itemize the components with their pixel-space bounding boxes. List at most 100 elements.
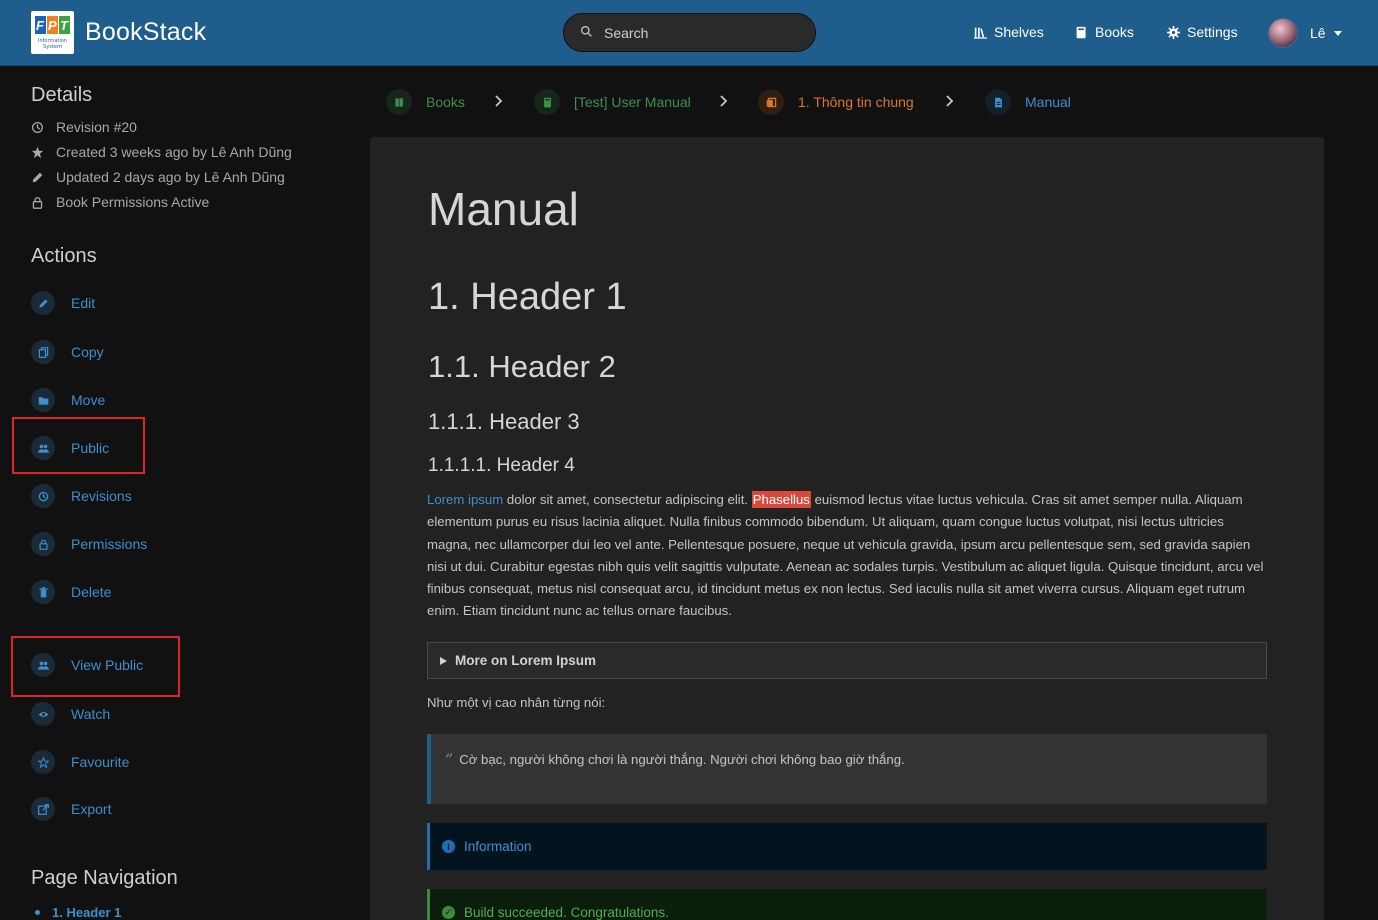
detail-permissions: Book Permissions Active — [31, 194, 209, 210]
breadcrumb-book[interactable]: [Test] User Manual — [534, 89, 691, 115]
page-navigation-heading: Page Navigation — [31, 867, 178, 889]
chevron-down-icon[interactable] — [1334, 31, 1342, 36]
quote-text: Cờ bạc, người không chơi là người thắng.… — [459, 752, 905, 767]
detail-updated-text: Updated 2 days ago by Lê Anh Dũng — [56, 169, 285, 185]
action-watch[interactable]: Watch — [31, 702, 110, 726]
history-icon — [38, 491, 48, 501]
detail-permissions-text: Book Permissions Active — [56, 194, 210, 210]
info-icon: i — [442, 840, 455, 853]
breadcrumb-page-label: Manual — [1025, 94, 1071, 110]
breadcrumb-books[interactable]: Books — [386, 89, 465, 115]
action-permissions[interactable]: Permissions — [31, 532, 147, 556]
para-text-2: euismod lectus vitae luctus vehicula. Cr… — [427, 492, 1264, 619]
edit-icon — [38, 298, 48, 308]
app-name[interactable]: BookStack — [85, 18, 206, 47]
action-copy-label: Copy — [71, 344, 104, 360]
callout-success-text: Build succeeded. Congratulations. — [464, 905, 669, 920]
action-copy[interactable]: Copy — [31, 340, 104, 364]
search-icon — [580, 25, 592, 37]
action-revisions[interactable]: Revisions — [31, 484, 132, 508]
highlight-box-public — [12, 417, 145, 474]
logo-subtext: Information System — [38, 38, 67, 50]
breadcrumb-chapter-label: 1. Thông tin chung — [798, 94, 914, 110]
action-delete-label: Delete — [71, 584, 112, 600]
eye-icon — [38, 711, 48, 717]
check-circle-icon: ✓ — [442, 906, 455, 919]
saying-text: Như một vị cao nhân từng nói: — [427, 695, 606, 710]
svg-text:F: F — [36, 18, 45, 33]
export-icon — [37, 803, 49, 815]
fpt-logo-icon: F P T — [35, 16, 70, 34]
svg-text:T: T — [60, 18, 69, 33]
highlight-box-view-public — [11, 636, 180, 697]
breadcrumb-book-label: [Test] User Manual — [574, 94, 691, 110]
heading-1: 1. Header 1 — [428, 276, 627, 318]
nav-settings-label: Settings — [1187, 24, 1238, 40]
detail-created-text: Created 3 weeks ago by Lê Anh Dũng — [56, 144, 292, 160]
svg-text:P: P — [48, 18, 57, 33]
trash-icon — [38, 586, 48, 597]
blockquote: ” Cờ bạc, người không chơi là người thắn… — [427, 734, 1267, 804]
details-summary: More on Lorem Ipsum — [455, 653, 597, 668]
pencil-icon — [32, 172, 43, 182]
star-icon — [37, 756, 49, 768]
action-watch-label: Watch — [71, 706, 111, 722]
shelves-icon — [974, 27, 987, 39]
folder-icon — [38, 396, 48, 405]
bullet-icon — [35, 910, 40, 915]
lock-icon — [38, 539, 48, 550]
nav-books-label: Books — [1095, 24, 1134, 40]
detail-revision: Revision #20 — [31, 119, 137, 135]
lorem-paragraph: Lorem ipsum dolor sit amet, consectetur … — [427, 489, 1269, 623]
action-export[interactable]: Export — [31, 797, 111, 821]
page-nav-item-label: 1. Header 1 — [52, 905, 122, 920]
nav-books[interactable]: Books — [1075, 24, 1134, 40]
action-favourite[interactable]: Favourite — [31, 750, 129, 774]
action-delete[interactable]: Delete — [31, 580, 111, 604]
search-input[interactable] — [604, 23, 804, 43]
triangle-right-icon — [440, 656, 447, 665]
action-move-label: Move — [71, 392, 106, 408]
chevron-right-icon — [946, 95, 954, 107]
action-edit-label: Edit — [71, 295, 96, 311]
lorem-link[interactable]: Lorem ipsum — [427, 492, 503, 507]
user-name[interactable]: Lê — [1310, 25, 1326, 41]
callout-info: i Information — [427, 823, 1267, 870]
books-icon — [394, 97, 403, 107]
lock-icon — [32, 196, 43, 209]
breadcrumb-page[interactable]: Manual — [985, 89, 1071, 115]
history-icon — [31, 121, 44, 133]
para-text-1: dolor sit amet, consectetur adipiscing e… — [503, 492, 752, 507]
actions-heading: Actions — [31, 245, 97, 267]
action-move[interactable]: Move — [31, 388, 105, 412]
action-revisions-label: Revisions — [71, 488, 132, 504]
company-logo[interactable]: F P T Information System — [31, 11, 74, 54]
detail-updated: Updated 2 days ago by Lê Anh Dũng — [31, 169, 285, 185]
page-title: Manual — [428, 183, 579, 235]
heading-2: 1.1. Header 2 — [428, 349, 616, 384]
action-favourite-label: Favourite — [71, 754, 130, 770]
quote-icon: ” — [445, 750, 454, 769]
action-export-label: Export — [71, 801, 112, 817]
top-header: F P T Information System BookStack Shelv… — [0, 0, 1378, 66]
nav-shelves[interactable]: Shelves — [974, 24, 1044, 40]
details-collapsible[interactable]: More on Lorem Ipsum — [427, 642, 1267, 679]
breadcrumb-chapter[interactable]: 1. Thông tin chung — [758, 89, 914, 115]
copy-icon — [38, 346, 48, 358]
action-edit[interactable]: Edit — [31, 291, 95, 315]
page-icon — [994, 97, 1002, 107]
chevron-right-icon — [720, 95, 728, 107]
book-icon — [543, 97, 551, 107]
search-bar[interactable] — [563, 13, 816, 52]
page-nav-item-header-1[interactable]: 1. Header 1 — [35, 905, 121, 920]
detail-created: Created 3 weeks ago by Lê Anh Dũng — [31, 144, 292, 160]
gear-icon — [1167, 25, 1180, 39]
heading-3: 1.1.1. Header 3 — [428, 409, 580, 434]
detail-revision-text: Revision #20 — [56, 119, 137, 135]
avatar[interactable] — [1268, 18, 1298, 48]
nav-shelves-label: Shelves — [994, 24, 1044, 40]
nav-settings[interactable]: Settings — [1167, 24, 1238, 40]
chevron-right-icon — [495, 95, 503, 107]
heading-4: 1.1.1.1. Header 4 — [428, 455, 575, 476]
breadcrumb-books-label: Books — [426, 94, 465, 110]
